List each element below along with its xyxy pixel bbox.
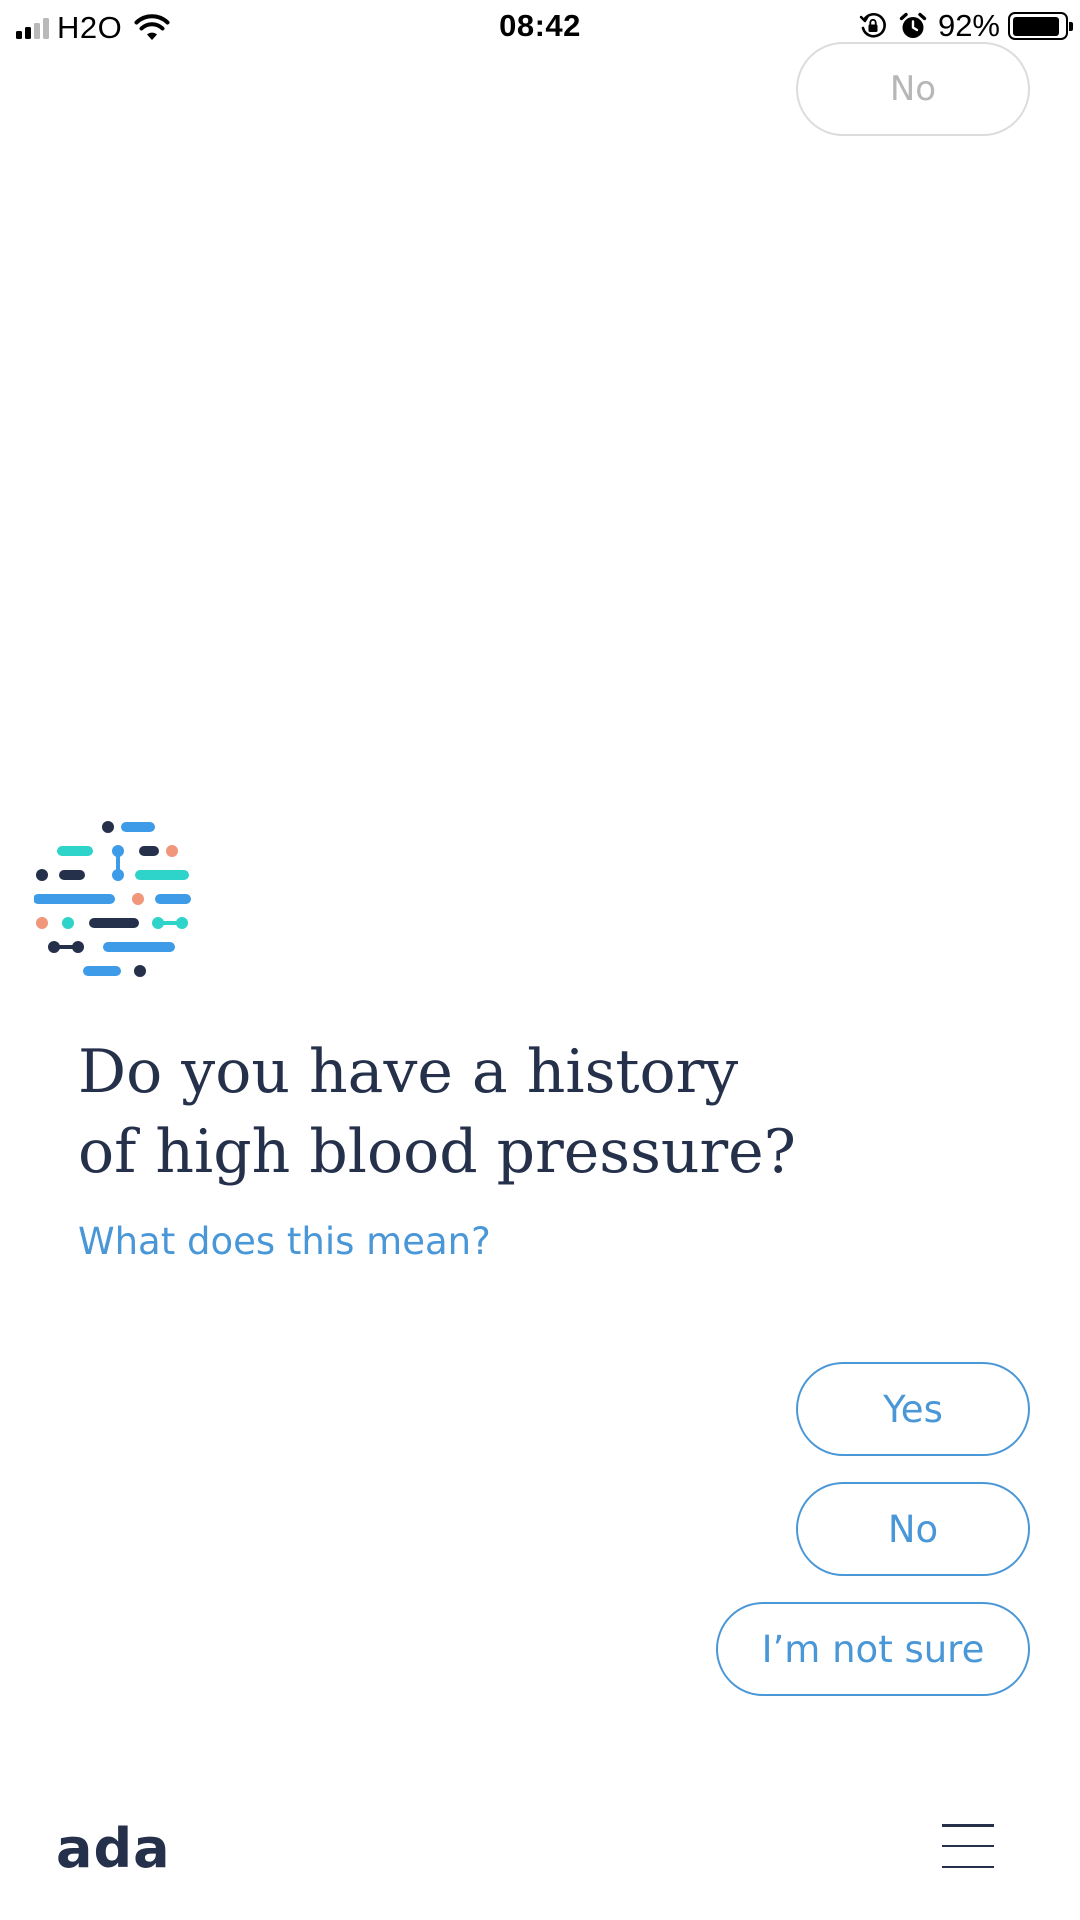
battery-level (1012, 16, 1060, 36)
orientation-lock-icon (859, 13, 886, 38)
question-line-2: of high blood pressure? (78, 1117, 796, 1187)
status-bar-right: 92% (858, 8, 1073, 44)
hamburger-menu-icon[interactable] (942, 1824, 994, 1868)
alarm-icon (899, 12, 927, 38)
battery-percentage: 92% (937, 8, 1000, 43)
answer-not-sure-button[interactable]: I’m not sure (716, 1602, 1030, 1696)
previous-answer-bubble: No (796, 42, 1030, 136)
question-line-1: Do you have a history (78, 1037, 739, 1107)
answer-yes-button[interactable]: Yes (796, 1362, 1030, 1456)
ada-logo-mark-icon (34, 821, 191, 977)
ada-wordmark: ada (56, 1817, 171, 1880)
what-does-this-mean-link[interactable]: What does this mean? (78, 1220, 491, 1263)
question-text: Do you have a history of high blood pres… (78, 1032, 938, 1192)
answer-no-button[interactable]: No (796, 1482, 1030, 1576)
battery-icon (1008, 12, 1073, 40)
